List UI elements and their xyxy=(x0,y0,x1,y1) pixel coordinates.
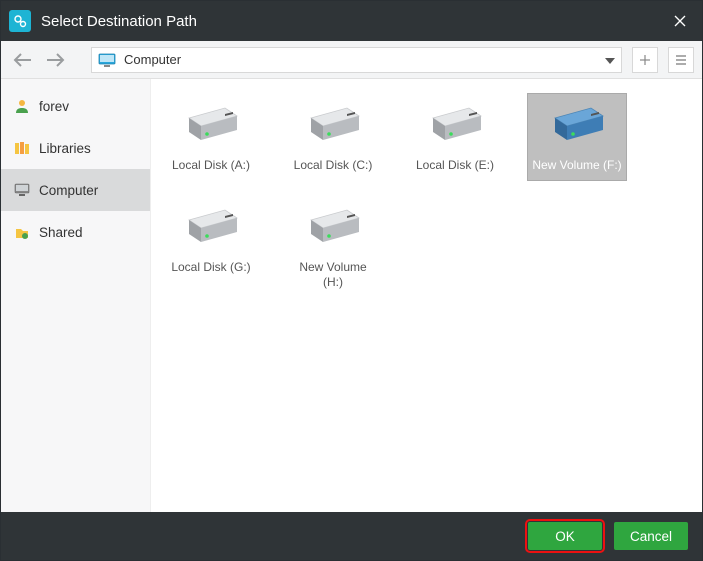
computer-icon xyxy=(13,181,31,199)
plus-icon xyxy=(639,54,651,66)
drive-icon xyxy=(303,102,363,148)
drive-icon xyxy=(181,204,241,250)
shared-icon xyxy=(13,223,31,241)
forward-button[interactable] xyxy=(41,46,69,74)
back-button[interactable] xyxy=(9,46,37,74)
drive-item[interactable]: Local Disk (A:) xyxy=(161,93,261,181)
sidebar-item-libraries[interactable]: Libraries xyxy=(1,127,150,169)
toolbar: Computer xyxy=(1,41,702,79)
location-text: Computer xyxy=(124,52,605,67)
sidebar: forev Libraries Computer Shared xyxy=(1,79,151,512)
drive-label: New Volume (H:) xyxy=(288,260,378,289)
drive-icon xyxy=(303,204,363,250)
ok-button[interactable]: OK xyxy=(528,522,602,550)
window-title: Select Destination Path xyxy=(41,13,658,30)
sidebar-item-label: Libraries xyxy=(39,141,91,156)
location-bar[interactable]: Computer xyxy=(91,47,622,73)
view-list-button[interactable] xyxy=(668,47,694,73)
drive-label: Local Disk (A:) xyxy=(172,158,250,172)
sidebar-item-label: Shared xyxy=(39,225,83,240)
sidebar-item-forev[interactable]: forev xyxy=(1,85,150,127)
drive-item[interactable]: Local Disk (G:) xyxy=(161,195,261,298)
chevron-down-icon[interactable] xyxy=(605,51,615,69)
sidebar-item-label: forev xyxy=(39,99,69,114)
titlebar: Select Destination Path xyxy=(1,1,702,41)
close-icon xyxy=(674,15,686,27)
arrow-left-icon xyxy=(13,53,33,67)
app-icon xyxy=(9,10,31,32)
arrow-right-icon xyxy=(45,53,65,67)
sidebar-item-computer[interactable]: Computer xyxy=(1,169,150,211)
user-icon xyxy=(13,97,31,115)
computer-icon xyxy=(98,53,116,67)
list-icon xyxy=(675,54,687,66)
dialog-window: Select Destination Path Computer xyxy=(0,0,703,561)
drive-icon xyxy=(547,102,607,148)
libraries-icon xyxy=(13,139,31,157)
drive-label: Local Disk (G:) xyxy=(171,260,250,274)
new-folder-button[interactable] xyxy=(632,47,658,73)
cancel-button[interactable]: Cancel xyxy=(614,522,688,550)
drive-grid: Local Disk (A:) Local Disk (C:) Local Di… xyxy=(151,79,702,512)
drive-label: Local Disk (C:) xyxy=(294,158,373,172)
drive-label: New Volume (F:) xyxy=(532,158,621,172)
drive-icon xyxy=(181,102,241,148)
drive-item[interactable]: New Volume (H:) xyxy=(283,195,383,298)
drive-item[interactable]: Local Disk (C:) xyxy=(283,93,383,181)
drive-item[interactable]: New Volume (F:) xyxy=(527,93,627,181)
close-button[interactable] xyxy=(658,1,702,41)
footer: OK Cancel xyxy=(1,512,702,560)
sidebar-item-shared[interactable]: Shared xyxy=(1,211,150,253)
sidebar-item-label: Computer xyxy=(39,183,98,198)
drive-icon xyxy=(425,102,485,148)
dialog-body: forev Libraries Computer Shared xyxy=(1,79,702,512)
drive-label: Local Disk (E:) xyxy=(416,158,494,172)
drive-item[interactable]: Local Disk (E:) xyxy=(405,93,505,181)
